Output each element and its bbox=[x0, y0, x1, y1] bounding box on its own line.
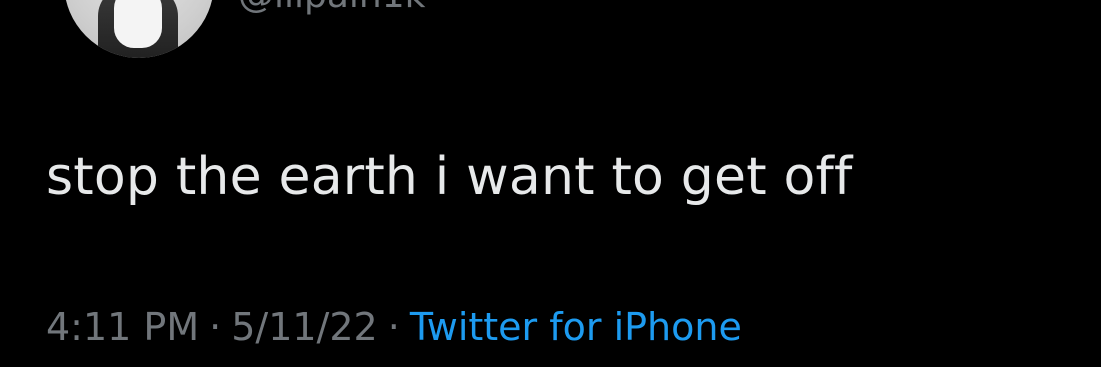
user-handle[interactable]: @lilpain1k bbox=[238, 0, 426, 14]
tweet-meta: 4:11 PM · 5/11/22 · Twitter for iPhone bbox=[46, 308, 742, 346]
tweet-card: @lilpain1k stop the earth i want to get … bbox=[0, 0, 1101, 367]
tweet-text: stop the earth i want to get off bbox=[46, 147, 853, 207]
tweet-time[interactable]: 4:11 PM bbox=[46, 305, 199, 349]
tweet-source-link[interactable]: Twitter for iPhone bbox=[410, 305, 742, 349]
avatar-figure-highlight bbox=[114, 0, 162, 48]
meta-separator: · bbox=[209, 305, 222, 349]
meta-separator: · bbox=[387, 305, 400, 349]
avatar[interactable] bbox=[64, 0, 214, 58]
tweet-date[interactable]: 5/11/22 bbox=[231, 305, 378, 349]
